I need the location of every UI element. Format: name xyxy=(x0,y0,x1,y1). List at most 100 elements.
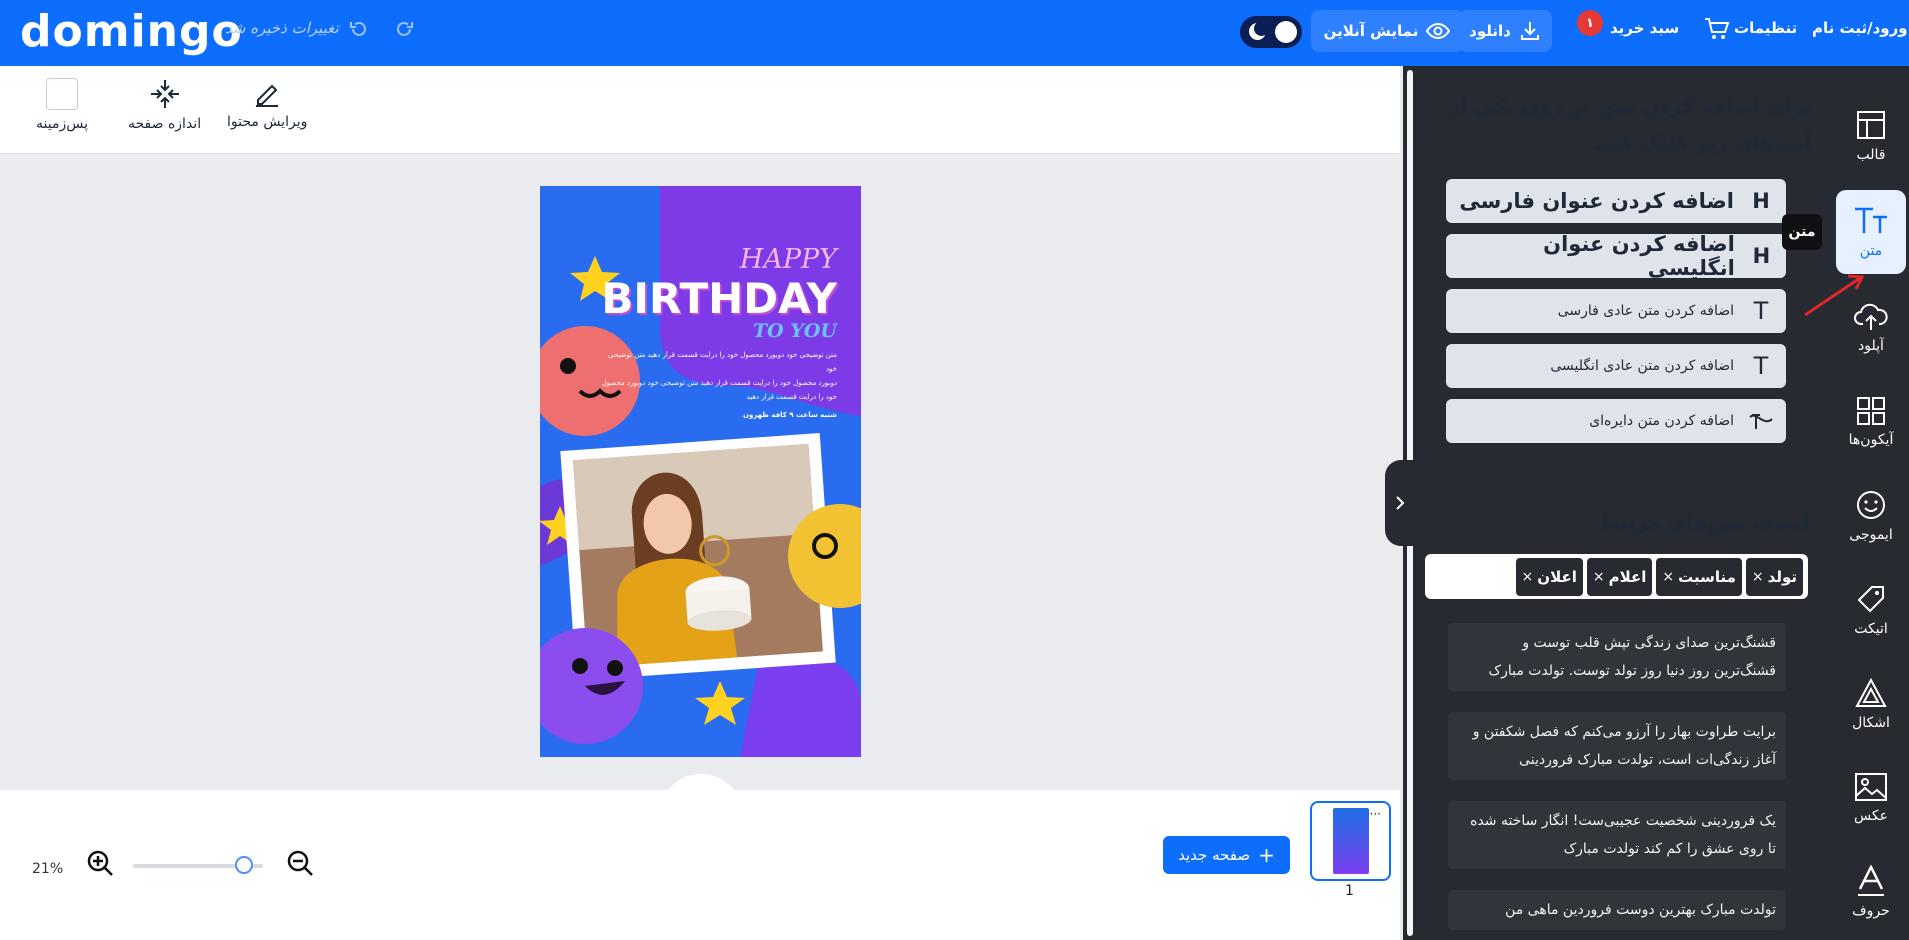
heading-icon: H xyxy=(1752,189,1770,213)
background-label: پس‌زمینه xyxy=(36,116,88,132)
add-persian-heading-button[interactable]: H اضافه کردن عنوان فارسی xyxy=(1446,179,1786,223)
tag-filter-box[interactable]: تولد × مناسبت × اعلام × اعلان × xyxy=(1425,554,1808,599)
moon-icon xyxy=(1249,21,1269,40)
text-snippet[interactable]: برایت طراوت بهار را آرزو می‌کنم که فصل ش… xyxy=(1448,712,1786,780)
cart-label: سبد خرید xyxy=(1610,19,1680,37)
add-button-label: اضافه کردن متن عادی انگلیسی xyxy=(1550,358,1734,374)
text-snippet[interactable]: یک فروردینی شخصیت عجیبی‌ست! انگار ساخته … xyxy=(1448,801,1786,869)
more-options-icon[interactable]: ··· xyxy=(1370,807,1381,821)
add-english-heading-button[interactable]: H اضافه کردن عنوان انگلیسی xyxy=(1446,232,1786,280)
tag-icon xyxy=(1857,586,1884,613)
add-english-text-button[interactable]: T اضافه کردن متن عادی انگلیسی xyxy=(1446,344,1786,388)
tag-chip[interactable]: مناسبت × xyxy=(1656,557,1742,596)
pencil-icon xyxy=(256,84,279,107)
redo-icon[interactable] xyxy=(390,15,418,43)
poster-to-you[interactable]: TO YOU xyxy=(753,320,837,342)
top-bar: domingo تغییرات ذخیره شد نمایش آنلاین دا… xyxy=(0,0,1909,66)
add-curved-text-button[interactable]: اضافه کردن متن دایره‌ای xyxy=(1446,399,1786,443)
logo[interactable]: domingo xyxy=(20,6,243,57)
cart-count-badge: ۱ xyxy=(1577,10,1603,36)
text-icon: T xyxy=(1753,352,1769,380)
tag-chip[interactable]: تولد × xyxy=(1745,557,1803,596)
preview-online-button[interactable]: نمایش آنلاین xyxy=(1311,10,1463,52)
rail-label: آپلود xyxy=(1858,338,1884,354)
text-icon: T xyxy=(1753,297,1769,325)
rail-label-tag[interactable]: اتیکت xyxy=(1836,568,1906,652)
poster-footer-line: شنبه ساعت ۹ کافه ظهرون xyxy=(743,411,837,419)
text-tt-icon xyxy=(1855,207,1887,233)
smile-icon xyxy=(1857,491,1885,519)
zoom-level-label: 21% xyxy=(32,861,64,877)
plus-icon: + xyxy=(1258,843,1275,867)
toggle-knob xyxy=(1275,21,1297,43)
rail-tooltip: متن xyxy=(1782,214,1822,250)
poster-happy[interactable]: HAPPY xyxy=(740,244,837,275)
heading-icon: H xyxy=(1752,244,1771,268)
remove-tag-icon[interactable]: × xyxy=(1752,569,1764,585)
poster-body-text[interactable]: متن توضیحی خود دوبورد محصول خود را درایت… xyxy=(597,348,837,422)
tag-label: مناسبت xyxy=(1678,567,1736,586)
resize-icon xyxy=(150,80,179,108)
rail-emoji[interactable]: ایموجی xyxy=(1836,474,1906,558)
text-snippet[interactable]: قشنگ‌ترین صدای زندگی تپش قلب توست و قشنگ… xyxy=(1448,623,1786,691)
rail-label: متن xyxy=(1859,243,1883,259)
rail-letters[interactable]: حروف xyxy=(1836,850,1906,934)
edit-content-tool[interactable]: ویرایش محتوا xyxy=(227,78,307,130)
settings-link[interactable]: تنظیمات xyxy=(1734,19,1797,37)
zoom-slider-handle[interactable] xyxy=(234,856,253,874)
new-page-button[interactable]: صفحه جدید + xyxy=(1163,836,1290,874)
remove-tag-icon[interactable]: × xyxy=(1662,569,1674,585)
poster-birthday[interactable]: BIRTHDAY xyxy=(601,274,837,323)
panel-collapse-button[interactable] xyxy=(1385,460,1415,546)
tag-label: اعلام xyxy=(1608,567,1647,586)
rail-label: حروف xyxy=(1852,903,1890,919)
rail-text[interactable]: متن xyxy=(1836,190,1906,274)
rail-label: آیکون‌ها xyxy=(1848,432,1894,448)
new-page-label: صفحه جدید xyxy=(1178,846,1251,864)
remove-tag-icon[interactable]: × xyxy=(1522,569,1534,585)
add-button-label: اضافه کردن عنوان فارسی xyxy=(1459,189,1734,213)
related-texts-title: لیست متن‌های مرتبط xyxy=(1598,510,1810,534)
thumbnail-preview xyxy=(1332,808,1369,874)
rail-image[interactable]: عکس xyxy=(1836,756,1906,840)
rail-label: قالب xyxy=(1856,147,1886,163)
dark-mode-toggle[interactable] xyxy=(1240,16,1302,48)
background-swatch xyxy=(45,78,78,110)
remove-tag-icon[interactable]: × xyxy=(1593,569,1605,585)
rail-label: عکس xyxy=(1854,808,1888,824)
rail-template[interactable]: قالب xyxy=(1836,94,1906,178)
panel-instruction: برای اضافه کردن متن بر روی یکی از آیتم‌ه… xyxy=(1449,94,1812,154)
tool-row: ویرایش محتوا اندازه صفحه پس‌زمینه xyxy=(0,66,1400,154)
add-button-label: اضافه کردن عنوان انگلیسی xyxy=(1543,232,1735,280)
rail-label: ایموجی xyxy=(1849,527,1893,543)
zoom-in-icon[interactable] xyxy=(86,849,114,881)
rail-icons[interactable]: آیکون‌ها xyxy=(1836,380,1906,464)
eye-icon xyxy=(1426,22,1451,40)
tag-chip[interactable]: اعلان × xyxy=(1515,557,1583,596)
login-link[interactable]: ورود/ثبت نام xyxy=(1812,19,1908,37)
cart-icon[interactable] xyxy=(1704,17,1730,45)
preview-label: نمایش آنلاین xyxy=(1323,22,1419,40)
grid-icon xyxy=(1857,397,1885,425)
saved-status: تغییرات ذخیره شد xyxy=(225,19,339,37)
undo-icon[interactable] xyxy=(345,15,373,43)
curve-text-icon xyxy=(1748,411,1774,431)
birthday-poster[interactable]: HAPPY BIRTHDAY TO YOU متن توضیحی خود دوب… xyxy=(540,186,861,757)
page-thumbnail[interactable]: ··· xyxy=(1310,801,1391,881)
rail-label: اشکال xyxy=(1852,715,1890,731)
letter-icon xyxy=(1858,865,1884,896)
background-tool[interactable]: پس‌زمینه xyxy=(36,78,88,132)
download-button[interactable]: دانلود xyxy=(1458,10,1552,52)
template-icon xyxy=(1857,111,1885,139)
rail-shapes[interactable]: اشکال xyxy=(1836,662,1906,746)
text-snippet[interactable]: تولدت مبارک بهترین دوست فروردین ماهی من xyxy=(1448,890,1786,930)
poster-body-line: دوبورد محصول خود را درایت قسمت قرار دهید… xyxy=(601,379,837,387)
tag-chip[interactable]: اعلام × xyxy=(1586,557,1653,596)
cart-link[interactable]: سبد خرید xyxy=(1610,19,1679,37)
chevron-right-icon xyxy=(1396,496,1405,510)
add-button-label: اضافه کردن متن عادی فارسی xyxy=(1557,303,1734,319)
page-size-tool[interactable]: اندازه صفحه xyxy=(128,78,201,132)
zoom-out-icon[interactable] xyxy=(286,849,314,881)
download-icon xyxy=(1520,22,1539,40)
add-persian-text-button[interactable]: T اضافه کردن متن عادی فارسی xyxy=(1446,289,1786,333)
